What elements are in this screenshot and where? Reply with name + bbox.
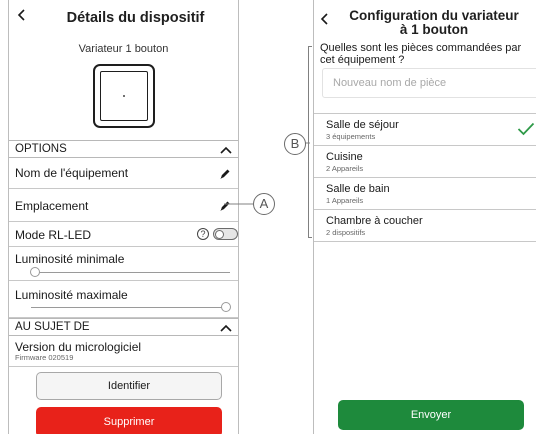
header: Détails du dispositif xyxy=(9,0,238,30)
help-icon[interactable]: ? xyxy=(197,228,209,240)
firmware-row: Version du micrologiciel Firmware 020519 xyxy=(9,336,238,367)
max-brightness-thumb[interactable] xyxy=(221,302,232,312)
callout-b-marker: B xyxy=(284,133,306,155)
about-section-label: AU SUJET DE xyxy=(15,321,90,333)
about-section-header[interactable]: AU SUJET DE xyxy=(9,318,238,336)
room-name: Salle de bain xyxy=(326,183,390,195)
delete-button[interactable]: Supprimer xyxy=(36,407,222,434)
min-brightness-thumb[interactable] xyxy=(29,267,40,277)
rl-led-mode-label: Mode RL-LED xyxy=(15,228,92,242)
location-row[interactable]: Emplacement xyxy=(9,189,238,222)
firmware-title: Version du micrologiciel xyxy=(15,340,142,354)
room-item-bedroom[interactable]: Chambre à coucher 2 dispositifs xyxy=(314,210,536,242)
min-brightness-row: Luminosité minimale xyxy=(9,247,238,281)
max-brightness-track[interactable] xyxy=(31,307,230,308)
dimmer-button-face xyxy=(100,71,148,121)
min-brightness-track[interactable] xyxy=(31,272,230,273)
page-title-line2: à 1 bouton xyxy=(399,22,469,37)
toggle-knob xyxy=(214,229,224,239)
room-device-count: 3 équipements xyxy=(326,132,376,141)
dimmer-device-icon xyxy=(93,64,155,128)
room-name: Salle de séjour xyxy=(326,119,399,131)
room-device-count: 2 dispositifs xyxy=(326,228,366,237)
callout-a-marker: A xyxy=(253,193,275,215)
page-title: Configuration du variateur à 1 bouton xyxy=(332,9,536,37)
new-room-name-input[interactable] xyxy=(322,68,536,98)
firmware-version: Firmware 020519 xyxy=(15,353,74,362)
send-button[interactable]: Envoyer xyxy=(338,400,524,430)
max-brightness-label: Luminosité maximale xyxy=(15,288,128,302)
location-label: Emplacement xyxy=(15,199,89,213)
room-name: Chambre à coucher xyxy=(326,215,423,227)
indicator-led xyxy=(123,95,125,97)
room-name: Cuisine xyxy=(326,151,363,163)
room-device-count: 2 Appareils xyxy=(326,164,364,173)
room-list: Salle de séjour 3 équipements Cuisine 2 … xyxy=(314,113,536,242)
checkmark-icon xyxy=(517,122,535,136)
device-name-label: Nom de l'équipement xyxy=(15,166,129,180)
identify-button[interactable]: Identifier xyxy=(36,372,222,400)
device-name-row[interactable]: Nom de l'équipement xyxy=(9,158,238,189)
pencil-edit-icon[interactable] xyxy=(219,168,231,180)
rooms-question: Quelles sont les pièces commandées par c… xyxy=(320,42,522,66)
back-chevron-icon[interactable] xyxy=(15,8,29,22)
chevron-up-icon[interactable] xyxy=(220,323,232,333)
min-brightness-label: Luminosité minimale xyxy=(15,252,125,266)
max-brightness-row: Luminosité maximale xyxy=(9,281,238,318)
device-details-screen: Détails du dispositif Variateur 1 bouton… xyxy=(8,0,239,434)
rl-led-toggle[interactable] xyxy=(213,228,238,240)
chevron-up-icon[interactable] xyxy=(220,145,232,155)
rl-led-mode-row: Mode RL-LED ? xyxy=(9,222,238,247)
back-chevron-icon[interactable] xyxy=(318,12,332,26)
options-section-label: OPTIONS xyxy=(15,143,67,155)
room-device-count: 1 Appareils xyxy=(326,196,364,205)
device-name: Variateur 1 bouton xyxy=(78,43,169,55)
room-item-bathroom[interactable]: Salle de bain 1 Appareils xyxy=(314,178,536,210)
page-title: Détails du dispositif xyxy=(66,10,205,26)
page-title-line1: Configuration du variateur xyxy=(349,8,519,23)
room-item-kitchen[interactable]: Cuisine 2 Appareils xyxy=(314,146,536,178)
options-section-header[interactable]: OPTIONS xyxy=(9,140,238,158)
dimmer-configuration-screen: Configuration du variateur à 1 bouton Qu… xyxy=(313,0,536,434)
room-item-living-room[interactable]: Salle de séjour 3 équipements xyxy=(314,114,536,146)
